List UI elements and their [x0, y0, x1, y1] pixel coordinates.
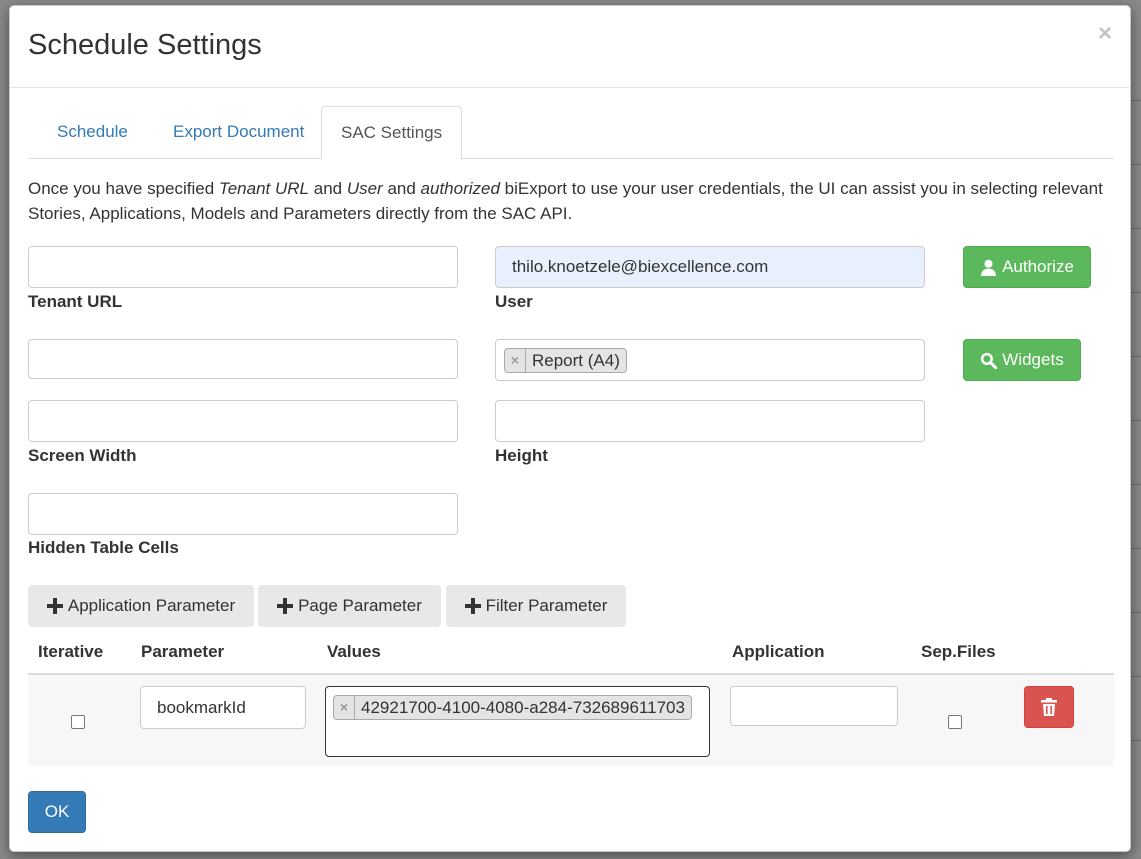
add-application-parameter-button[interactable]: Application Parameter — [28, 585, 254, 627]
plus-icon — [277, 598, 294, 614]
application-input[interactable] — [730, 686, 898, 726]
values-select[interactable]: × 42921700-4100-4080-a284-732689611703 — [325, 686, 710, 757]
iterative-checkbox[interactable] — [71, 715, 85, 729]
tenant-url-label: Tenant URL — [28, 292, 123, 311]
delete-row-button[interactable] — [1024, 686, 1074, 728]
user-label: User — [495, 292, 533, 311]
parameter-input[interactable] — [140, 686, 306, 729]
search-icon — [981, 352, 998, 369]
ok-button[interactable]: OK — [28, 791, 86, 833]
header-application: Application — [722, 630, 911, 675]
story-input[interactable] — [28, 339, 458, 379]
filter-parameter-label: Filter Parameter — [485, 596, 608, 615]
close-icon[interactable]: × — [1098, 22, 1112, 46]
widget-tag-label: Report (A4) — [532, 351, 620, 370]
tab-bar: Schedule Export Document SAC Settings — [28, 106, 1114, 160]
table-row: × 42921700-4100-4080-a284-732689611703 — [28, 674, 1114, 766]
cell-actions — [1016, 674, 1114, 766]
intro-text: Once you have specified Tenant URL and U… — [28, 179, 1103, 223]
parameters-table: Iterative Parameter Values Application S… — [28, 630, 1114, 766]
cell-application — [722, 674, 911, 766]
tab-schedule[interactable]: Schedule — [38, 106, 147, 159]
widgets-select[interactable]: × Report (A4) — [495, 339, 925, 381]
dialog-header: Schedule Settings × — [10, 6, 1130, 88]
application-parameter-label: Application Parameter — [67, 596, 236, 615]
screen-width-input[interactable] — [28, 400, 458, 442]
widgets-button[interactable]: Widgets — [963, 339, 1081, 381]
header-parameter: Parameter — [131, 630, 317, 675]
add-filter-parameter-button[interactable]: Filter Parameter — [446, 585, 626, 627]
header-actions — [1016, 630, 1114, 675]
sep-files-checkbox[interactable] — [948, 715, 962, 729]
cell-parameter — [131, 674, 317, 766]
tab-export-document[interactable]: Export Document — [154, 106, 323, 159]
user-icon — [981, 259, 997, 276]
widget-tag: × Report (A4) — [504, 348, 627, 373]
schedule-settings-dialog: Schedule Settings × Schedule Export Docu… — [9, 5, 1131, 852]
height-input[interactable] — [495, 400, 925, 442]
hidden-table-cells-input[interactable] — [28, 493, 458, 535]
remove-tag-icon[interactable]: × — [505, 349, 526, 372]
remove-tag-icon[interactable]: × — [334, 696, 355, 719]
value-tag: × 42921700-4100-4080-a284-732689611703 — [333, 695, 692, 720]
add-page-parameter-button[interactable]: Page Parameter — [258, 585, 441, 627]
authorize-button[interactable]: Authorize — [963, 246, 1091, 288]
authorize-label: Authorize — [1002, 257, 1074, 276]
height-label: Height — [495, 446, 548, 465]
screen-width-label: Screen Width — [28, 446, 137, 465]
tenant-url-input[interactable] — [28, 246, 458, 288]
trash-icon — [1041, 698, 1057, 716]
user-input[interactable] — [495, 246, 925, 288]
header-values: Values — [317, 630, 722, 675]
table-header-row: Iterative Parameter Values Application S… — [28, 630, 1114, 675]
page-parameter-label: Page Parameter — [298, 596, 422, 615]
plus-icon — [464, 598, 481, 614]
dialog-title: Schedule Settings — [28, 29, 262, 61]
cell-iterative — [28, 674, 131, 766]
header-sep-files: Sep.Files — [911, 630, 1016, 675]
widgets-label: Widgets — [1002, 350, 1064, 369]
header-iterative: Iterative — [28, 630, 131, 675]
cell-values: × 42921700-4100-4080-a284-732689611703 — [317, 674, 722, 766]
cell-sep-files — [911, 674, 1016, 766]
plus-icon — [46, 598, 63, 614]
value-tag-label: 42921700-4100-4080-a284-732689611703 — [361, 698, 685, 717]
hidden-table-cells-label: Hidden Table Cells — [28, 538, 179, 557]
tab-sac-settings[interactable]: SAC Settings — [321, 106, 463, 160]
